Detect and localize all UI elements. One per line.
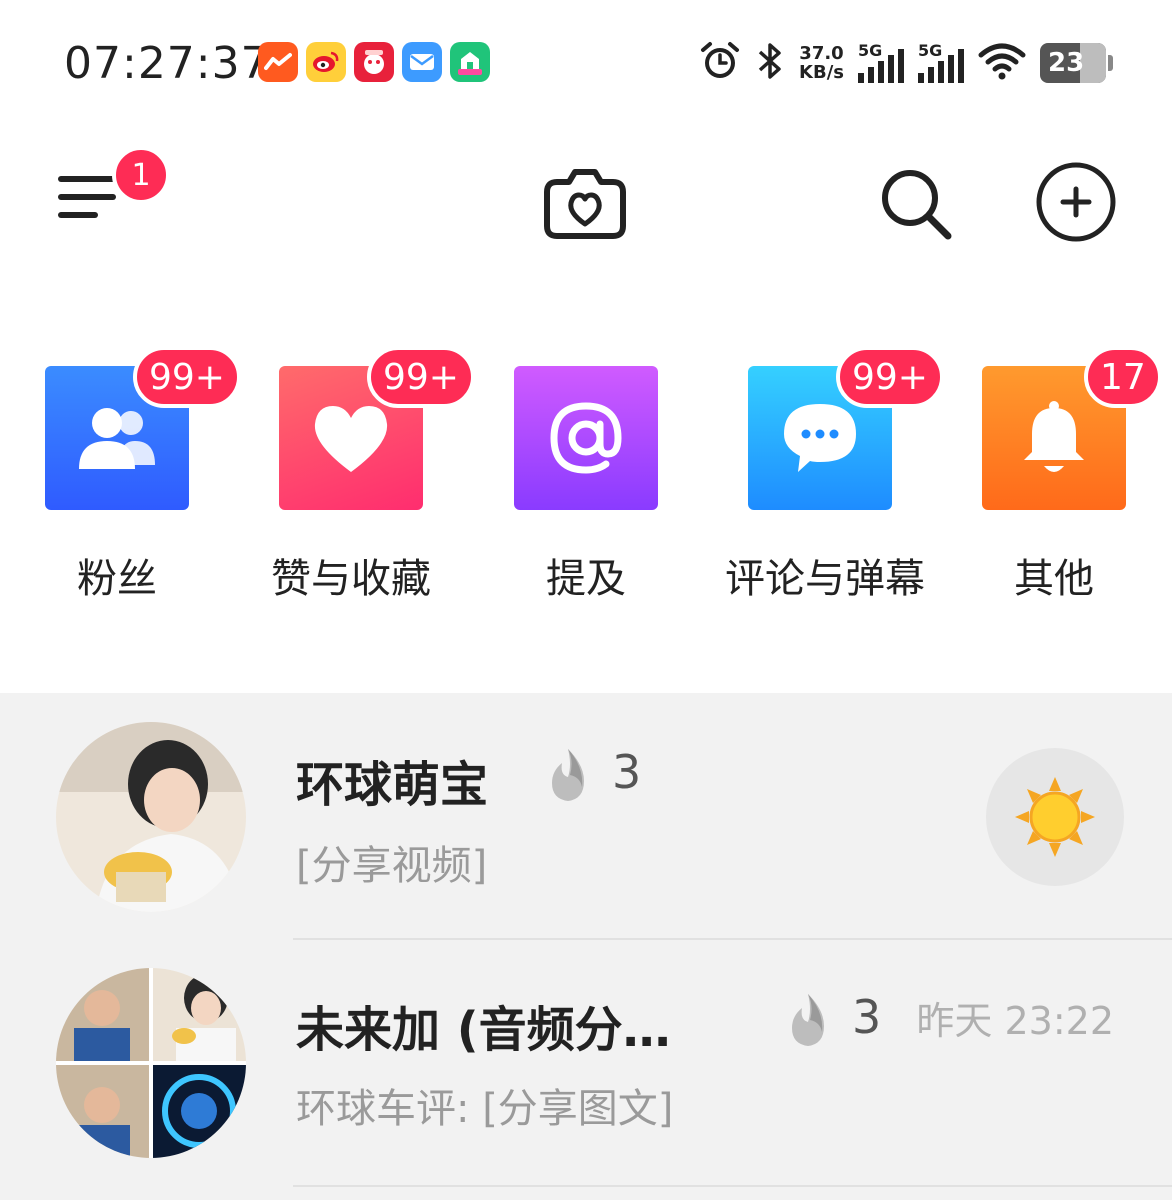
category-fans-tile: 99+ (45, 346, 241, 510)
message-time: 昨天 23:22 (916, 999, 1114, 1043)
network-speed: 37.0 KB/s (799, 44, 844, 82)
streak-fire-icon (792, 994, 824, 1046)
network-speed-unit: KB/s (799, 62, 844, 83)
sim1-label: 5G (858, 41, 883, 60)
group-avatar[interactable] (56, 968, 246, 1158)
weibo-icon (306, 42, 346, 82)
status-clock: 07:27:37 (64, 38, 270, 89)
category-other[interactable]: 17 其他 (959, 346, 1162, 604)
camera-button[interactable] (543, 164, 627, 240)
category-mentions-label: 提及 (546, 556, 626, 602)
category-other-count: 17 (1084, 346, 1162, 408)
category-fans-count: 99+ (133, 346, 241, 408)
category-fans-label: 粉丝 (77, 556, 157, 602)
category-likes-count: 99+ (367, 346, 475, 408)
avatar[interactable] (56, 722, 246, 912)
comment-icon (784, 404, 856, 472)
category-fans[interactable]: 99+ 粉丝 (22, 346, 241, 604)
category-other-tile: 17 (982, 346, 1162, 510)
category-likes-favorites[interactable]: 99+ 赞与收藏 (256, 346, 475, 604)
wifi-icon (978, 41, 1026, 85)
category-mentions[interactable]: 提及 (491, 346, 681, 604)
top-navigation: 1 (0, 130, 1172, 270)
conversation-name: 环球萌宝 (296, 757, 489, 813)
network-speed-value: 37.0 (799, 43, 844, 64)
category-comments-label: 评论与弹幕 (725, 556, 925, 602)
menu-button[interactable]: 1 (58, 146, 170, 226)
add-button[interactable] (1034, 160, 1118, 244)
sim1-signal-icon: 5G (858, 41, 904, 83)
category-likes-tile: 99+ (279, 346, 475, 510)
sun-reaction-button[interactable] (986, 748, 1124, 886)
category-likes-label: 赞与收藏 (271, 556, 431, 602)
streak-count: 3 (852, 990, 882, 1044)
battery-icon: 23 (1040, 43, 1113, 83)
mail-icon (402, 42, 442, 82)
at-icon (550, 402, 622, 474)
stock-app-icon (258, 42, 298, 82)
category-comments-tile: 99+ (748, 346, 944, 510)
sim2-signal-icon: 5G (918, 41, 964, 83)
conversation-row[interactable]: 未来加 (音频分… 3 昨天 23:22 环球车评: [分享图文] (0, 940, 1172, 1187)
camera-heart-icon (544, 169, 626, 239)
streak-count: 3 (612, 745, 642, 799)
notification-categories: 99+ 粉丝 99+ 赞与收藏 提及 99+ 评论与弹幕 17 其他 (0, 346, 1172, 606)
add-circle-icon (1036, 162, 1116, 242)
alarm-icon (699, 40, 741, 86)
search-icon (882, 170, 952, 240)
conversation-name: 未来加 (音频分… (296, 1002, 671, 1058)
message-preview: [分享视频] (296, 843, 488, 889)
menu-badge: 1 (112, 146, 170, 204)
status-bar: 07:27:37 37.0 KB/s 5G 5G 23 (0, 0, 1172, 120)
hotel-app-icon (354, 42, 394, 82)
bluetooth-icon (755, 41, 785, 85)
message-list: 环球萌宝 3 [分享视频] 未来加 (音频分… 3 昨天 23:22 环球车评:… (0, 693, 1172, 1200)
fans-icon (79, 408, 155, 469)
conversation-row[interactable]: 环球萌宝 3 [分享视频] (0, 693, 1172, 940)
category-mentions-tile (514, 366, 658, 510)
search-button[interactable] (876, 164, 956, 244)
system-icons: 37.0 KB/s 5G 5G 23 (699, 40, 1113, 86)
bell-icon (1024, 401, 1084, 472)
category-comments-danmaku[interactable]: 99+ 评论与弹幕 (725, 346, 944, 604)
message-preview: 环球车评: [分享图文] (296, 1086, 674, 1132)
shopping-618-icon (450, 42, 490, 82)
sim2-label: 5G (918, 41, 943, 60)
streak-fire-icon (552, 749, 584, 801)
category-other-label: 其他 (1014, 556, 1094, 602)
notification-icons (258, 42, 490, 82)
category-comments-count: 99+ (836, 346, 944, 408)
row-divider (293, 1185, 1172, 1187)
sun-icon (1015, 777, 1095, 857)
battery-level: 23 (1048, 48, 1085, 78)
heart-icon (314, 406, 388, 472)
